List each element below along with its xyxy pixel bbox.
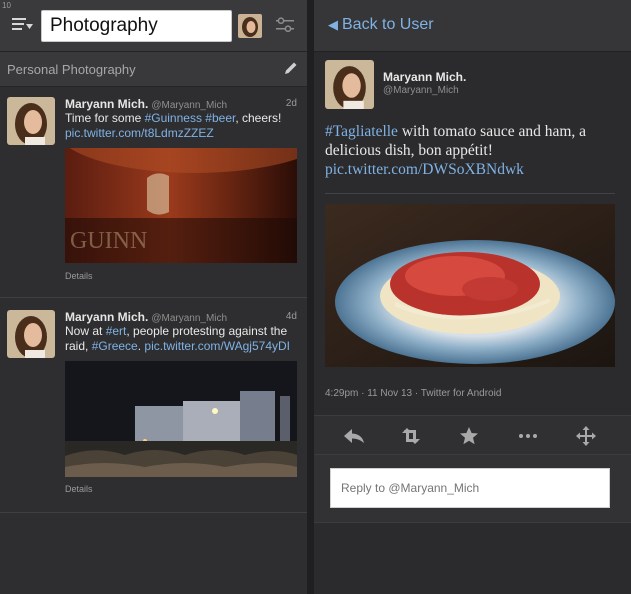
tweet-metadata: 4:29pm · 11 Nov 13 · Twitter for Android [325,388,502,399]
column-avatar[interactable] [238,14,262,38]
hashtag-link[interactable]: #Greece [92,339,138,353]
avatar[interactable] [7,310,55,358]
avatar[interactable] [7,97,55,145]
svg-text:GUINN: GUINN [70,228,147,254]
tweet-detail-column: ◀ Back to User Maryann Mich. @Maryann_Mic… [314,0,631,594]
search-input[interactable] [41,10,232,42]
column-divider [307,0,314,594]
pencil-icon[interactable] [283,60,299,76]
column-header: 10 [0,0,307,52]
back-triangle-icon: ◀ [328,17,338,32]
column-subheader: Personal Photography [0,52,307,87]
hashtag-link[interactable]: #Guinness [145,111,202,125]
tweet-actions-bar [314,415,631,455]
move-icon[interactable] [574,426,598,446]
tweet-author-handle[interactable]: @Maryann_Mich [383,85,459,96]
details-link[interactable]: Details [65,484,93,494]
tweet-author-name[interactable]: Maryann Mich. [383,70,466,84]
column-index: 10 [2,1,11,10]
column-settings-icon[interactable] [275,16,295,34]
tweet-media-image[interactable] [65,361,297,477]
favorite-star-icon[interactable] [457,426,481,446]
tweet-author[interactable]: Maryann Mich. @Maryann_Mich [65,310,227,324]
hashtag-link[interactable]: #ert [106,324,127,338]
more-icon[interactable] [516,426,540,446]
avatar[interactable] [325,60,374,109]
tweet-media-image[interactable]: GUINN [65,148,297,263]
tweet-text: Now at #ert, people protesting against t… [65,324,290,353]
details-link[interactable]: Details [65,271,93,281]
tweet-author[interactable]: Maryann Mich. @Maryann_Mich [65,97,227,111]
media-link[interactable]: pic.twitter.com/t8LdmzZZEZ [65,126,214,140]
back-to-user-button[interactable]: ◀ Back to User [328,16,434,34]
tweet-media-image[interactable] [325,204,615,367]
tweet-item[interactable]: Maryann Mich. @Maryann_Mich 4d Now at #er… [0,299,307,513]
reply-input[interactable] [330,468,610,508]
tweet-text: Time for some #Guinness #beer, cheers! p… [65,111,282,140]
detail-header: ◀ Back to User [314,0,631,52]
tweet-text: #Tagliatelle with tomato sauce and ham, … [325,123,587,178]
list-menu-icon[interactable] [12,16,34,34]
search-column: 10 Personal [0,0,307,594]
tweet-item[interactable]: Maryann Mich. @Maryann_Mich 2d Time for s… [0,88,307,298]
tweet-time[interactable]: 2d [286,98,297,109]
hashtag-link[interactable]: #Tagliatelle [325,123,398,140]
retweet-icon[interactable] [399,426,423,446]
reply-icon[interactable] [342,426,366,446]
tweetdeck-app: 10 Personal [0,0,631,594]
media-link[interactable]: pic.twitter.com/DWSoXBNdwk [325,161,524,178]
hashtag-link[interactable]: #beer [205,111,235,125]
column-title: Personal Photography [7,62,136,77]
tweet-time[interactable]: 4d [286,311,297,322]
media-link[interactable]: pic.twitter.com/WAgj574yDI [144,339,290,353]
separator [325,193,615,194]
